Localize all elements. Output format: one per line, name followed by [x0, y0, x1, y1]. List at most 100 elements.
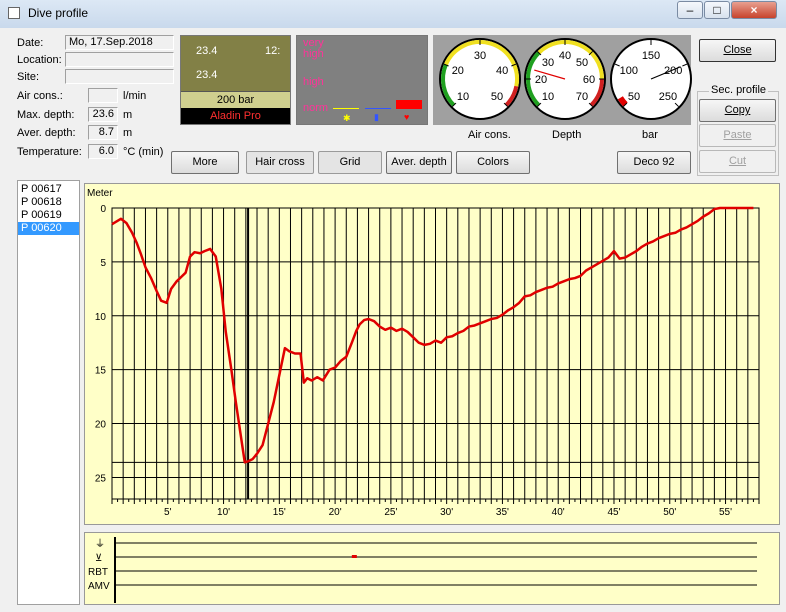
date-label: Date:	[17, 37, 44, 49]
display-pressure: 200 bar	[181, 91, 290, 109]
gauge-tick-label: 40	[496, 65, 508, 77]
gauge-caption-depth: Depth	[552, 129, 582, 141]
warning-blue-line	[365, 108, 391, 109]
more-button-label: More	[192, 156, 218, 168]
air-cons-unit: l/min	[123, 90, 147, 102]
list-item[interactable]: P 00617	[18, 183, 79, 196]
x-tick-label: 35'	[496, 507, 509, 518]
gauge-tick-label: 50	[491, 91, 503, 103]
list-item-selected[interactable]: P 00620	[18, 222, 79, 235]
y-tick-label: 25	[95, 473, 107, 484]
computer-model: Aladin Pro	[181, 108, 290, 124]
minimize-button[interactable]: –	[677, 1, 703, 19]
depth-series-line	[111, 206, 754, 464]
gauge-tick-label: 250	[659, 91, 677, 103]
title-bar[interactable]: Dive profile – □ ×	[0, 0, 786, 28]
battery-icon: ▮	[374, 112, 379, 122]
warning-very-high: very high	[303, 37, 324, 60]
sec-profile-title: Sec. profile	[709, 84, 769, 96]
window-title: Dive profile	[28, 6, 89, 20]
deco-label: Deco 92	[633, 156, 675, 168]
x-tick-label: 45'	[607, 507, 620, 518]
x-tick-label: 15'	[273, 507, 286, 518]
strip-label: RBT	[88, 567, 108, 578]
gauge-tick-label: 40	[559, 50, 571, 62]
warning-red-bar	[396, 100, 422, 109]
gauge-tick-label: 20	[452, 65, 464, 77]
date-field[interactable]: Mo, 17.Sep.2018	[65, 35, 174, 50]
close-label: Close	[723, 44, 752, 56]
warning-yellow-line	[333, 108, 359, 109]
temperature-unit: °C (min)	[123, 146, 164, 158]
close-button[interactable]: Close	[699, 39, 776, 62]
x-tick-label: 10'	[217, 507, 230, 518]
warning-high: high	[303, 76, 324, 88]
grid-button[interactable]: Grid	[318, 151, 382, 174]
close-window-button[interactable]: ×	[731, 1, 777, 19]
computer-display: 23.4 12: 23.4 200 bar Aladin Pro	[180, 35, 291, 125]
gauge-tick-label: 30	[542, 57, 554, 69]
paste-button[interactable]: Paste	[699, 124, 776, 147]
dive-profile-window: Dive profile – □ × Date: Mo, 17.Sep.2018…	[0, 0, 786, 612]
x-tick-label: 55'	[719, 507, 732, 518]
warning-norm: norm	[303, 102, 329, 114]
cut-button[interactable]: Cut	[699, 150, 776, 173]
warning-panel: very high high norm ✱ ▮ ♥	[296, 35, 428, 125]
gauge-tick-label: 20	[535, 74, 547, 86]
list-item[interactable]: P 00619	[18, 209, 79, 222]
y-axis-label: Meter	[87, 188, 113, 199]
aver-depth-label: Aver. depth:	[17, 127, 76, 139]
deco-button[interactable]: Deco 92	[617, 151, 691, 174]
colors-label: Colors	[477, 156, 509, 168]
sun-icon: ✱	[343, 113, 351, 123]
aver-depth-button[interactable]: Aver. depth	[386, 151, 452, 174]
gauge-tick-label: 70	[576, 91, 588, 103]
grid-label: Grid	[339, 156, 361, 168]
gauge-tick-label: 150	[642, 50, 660, 62]
max-depth-label: Max. depth:	[17, 109, 75, 121]
colors-button[interactable]: Colors	[456, 151, 530, 174]
display-depth-2: 23.4	[196, 69, 218, 81]
profile-list[interactable]: P 00617 P 00618 P 00619 P 00620	[17, 180, 80, 605]
y-tick-label: 0	[100, 204, 106, 215]
gauge-tick-label: 100	[620, 65, 638, 77]
chart-canvas: Meter 5' 10' 15' 20' 25' 30' 35' 40' 45' 50' 55' 0 5 1…	[87, 188, 760, 518]
x-tick-label: 25'	[384, 507, 397, 518]
event-strip[interactable]: ⏚ ⊻ RBT AMV	[84, 532, 780, 605]
copy-label: Copy	[724, 104, 751, 116]
maximize-button[interactable]: □	[704, 1, 730, 19]
temperature-label: Temperature:	[17, 146, 82, 158]
gauge-caption-air: Air cons.	[468, 129, 511, 141]
site-field[interactable]	[65, 69, 174, 84]
copy-button[interactable]: Copy	[699, 99, 776, 122]
aver-depth-field[interactable]: 8.7	[88, 125, 118, 140]
paste-label: Paste	[723, 129, 752, 141]
location-field[interactable]	[65, 52, 174, 67]
temperature-field[interactable]: 6.0	[88, 144, 118, 159]
aver-depth-unit: m	[123, 127, 133, 139]
dive-profile-chart[interactable]: Meter 5' 10' 15' 20' 25' 30' 35' 40' 45' 50' 55' 0 5 1…	[84, 183, 780, 525]
window-icon	[8, 7, 20, 19]
gauge-tick-label: 50	[628, 91, 640, 103]
x-tick-label: 5'	[164, 507, 172, 518]
heart-icon: ♥	[404, 112, 410, 122]
arrow-down-icon: ⏚	[95, 538, 105, 550]
strip-label: AMV	[88, 581, 110, 592]
y-tick-label: 15	[95, 366, 107, 377]
site-label: Site:	[17, 71, 40, 83]
gauge-tick-label: 60	[583, 74, 595, 86]
max-depth-field[interactable]: 23.6	[88, 107, 118, 122]
max-depth-unit: m	[123, 109, 133, 121]
gauge-tick-label: 10	[457, 91, 469, 103]
hair-cross-button[interactable]: Hair cross	[246, 151, 314, 174]
more-button[interactable]: More	[171, 151, 239, 174]
display-time: 12:	[265, 45, 281, 57]
hair-cross-label: Hair cross	[255, 156, 305, 168]
aver-depth-button-label: Aver. depth	[391, 156, 447, 168]
list-item[interactable]: P 00618	[18, 196, 79, 209]
gauge-tick-label: 10	[542, 91, 554, 103]
y-tick-label: 10	[95, 312, 107, 323]
air-cons-field[interactable]	[88, 88, 118, 103]
strip-event-marker	[351, 555, 357, 558]
y-tick-label: 5	[100, 258, 106, 269]
